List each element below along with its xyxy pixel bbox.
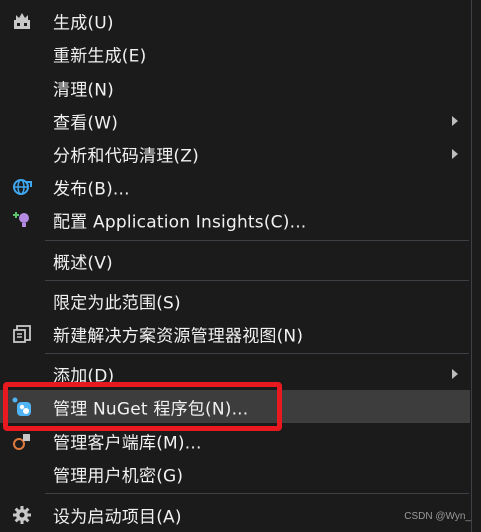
new-view-icon	[9, 321, 35, 347]
menu-item-label: 限定为此范围(S)	[53, 293, 181, 313]
menu-item-publish[interactable]: 发布(B)...	[0, 170, 470, 203]
menu-item-rebuild[interactable]: 重新生成(E)	[0, 37, 470, 70]
menu-item-label: 生成(U)	[53, 13, 114, 33]
menu-item-label: 分析和代码清理(Z)	[53, 146, 199, 166]
menu-item-label: 重新生成(E)	[53, 46, 147, 66]
menu-item-label: 清理(N)	[53, 80, 114, 100]
menu-item-label: 管理用户机密(G)	[53, 466, 184, 486]
menu-item-build[interactable]: 生成(U)	[0, 4, 470, 37]
client-library-icon	[9, 428, 35, 454]
menu-item-label: 设为启动项目(A)	[53, 507, 182, 527]
menu-item-label: 概述(V)	[53, 253, 113, 273]
submenu-arrow-icon	[452, 368, 458, 379]
menu-item-label: 新建解决方案资源管理器视图(N)	[53, 326, 304, 346]
menu-item-analyze[interactable]: 分析和代码清理(Z)	[0, 137, 470, 170]
watermark: CSDN @Wyn_	[404, 511, 471, 522]
publish-globe-icon	[9, 174, 35, 200]
application-insights-icon	[9, 207, 35, 233]
menu-separator	[45, 280, 469, 281]
menu-item-new-explorer-view[interactable]: 新建解决方案资源管理器视图(N)	[0, 317, 470, 350]
menu-item-set-startup-project[interactable]: 设为启动项目(A)	[0, 498, 470, 531]
menu-item-add[interactable]: 添加(D)	[0, 357, 470, 390]
menu-item-overview[interactable]: 概述(V)	[0, 244, 470, 277]
menu-item-manage-user-secrets[interactable]: 管理用户机密(G)	[0, 457, 470, 490]
menu-item-scope-to-this[interactable]: 限定为此范围(S)	[0, 284, 470, 317]
context-menu: 生成(U) 重新生成(E) 清理(N) 查看(W) 分析和代码清理(Z) 发布(…	[0, 0, 472, 532]
menu-separator	[45, 493, 469, 494]
menu-separator	[45, 240, 469, 241]
nuget-icon	[9, 394, 35, 420]
build-icon	[9, 8, 35, 34]
submenu-arrow-icon	[452, 148, 458, 159]
menu-item-view[interactable]: 查看(W)	[0, 104, 470, 137]
menu-item-label: 管理 NuGet 程序包(N)...	[53, 399, 249, 419]
menu-item-manage-nuget[interactable]: 管理 NuGet 程序包(N)...	[0, 390, 470, 423]
menu-item-label: 添加(D)	[53, 366, 115, 386]
gear-icon	[9, 502, 35, 528]
menu-item-label: 查看(W)	[53, 113, 119, 133]
menu-item-label: 发布(B)...	[53, 179, 130, 199]
menu-item-manage-client-libraries[interactable]: 管理客户端库(M)...	[0, 424, 470, 457]
menu-separator	[45, 353, 469, 354]
menu-item-label: 配置 Application Insights(C)...	[53, 212, 307, 232]
menu-item-application-insights[interactable]: 配置 Application Insights(C)...	[0, 203, 470, 236]
menu-item-clean[interactable]: 清理(N)	[0, 71, 470, 104]
submenu-arrow-icon	[452, 115, 458, 126]
menu-item-label: 管理客户端库(M)...	[53, 433, 202, 453]
